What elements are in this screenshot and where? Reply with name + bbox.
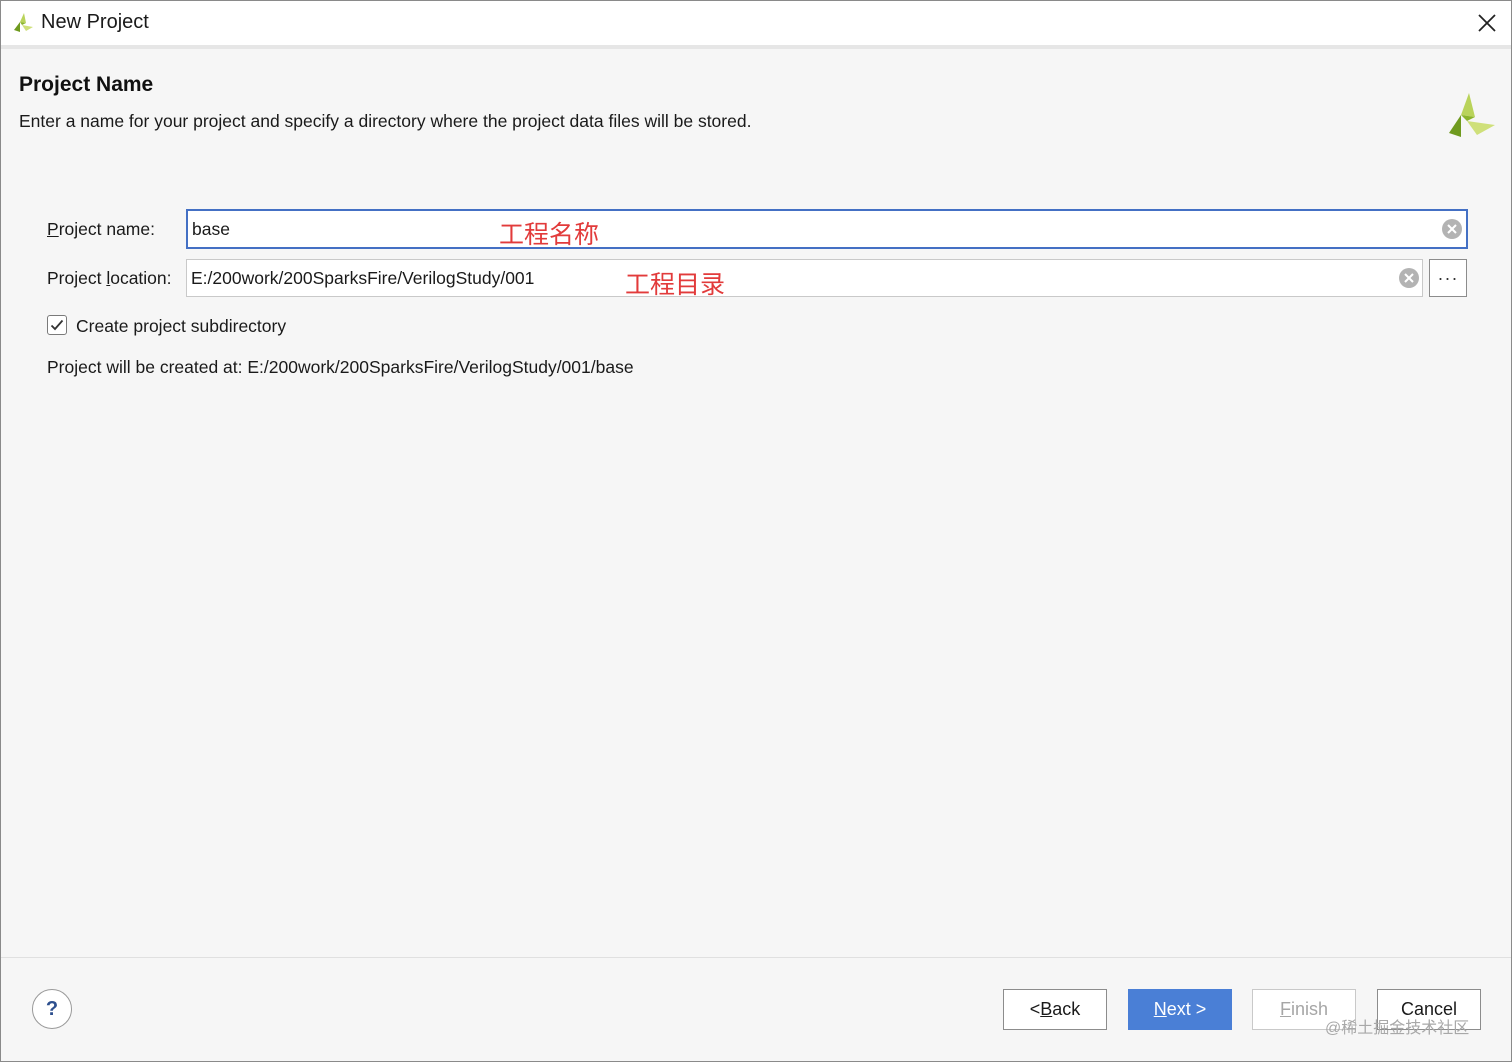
clear-icon[interactable] bbox=[1442, 219, 1462, 239]
create-subdirectory-checkbox[interactable] bbox=[47, 315, 67, 335]
vivado-logo-icon bbox=[1449, 93, 1495, 137]
clear-icon[interactable] bbox=[1399, 268, 1419, 288]
help-icon: ? bbox=[45, 997, 59, 1020]
watermark: @稀土掘金技术社区 bbox=[1325, 1020, 1470, 1037]
project-location-annotation: 工程目录 bbox=[625, 271, 726, 299]
vivado-logo-icon bbox=[14, 13, 33, 32]
create-subdirectory-label[interactable]: Create project subdirectory bbox=[76, 316, 286, 337]
checkmark-icon bbox=[50, 319, 64, 331]
page-title: Project Name bbox=[19, 73, 154, 96]
title-separator bbox=[1, 45, 1511, 49]
project-name-label: Project name: bbox=[47, 219, 155, 239]
project-name-value[interactable]: base bbox=[192, 219, 230, 240]
next-button[interactable]: Next > bbox=[1128, 989, 1232, 1030]
page-description: Enter a name for your project and specif… bbox=[19, 111, 752, 131]
new-project-dialog: New Project Project Name Enter a name fo… bbox=[0, 0, 1512, 1062]
close-icon bbox=[1478, 14, 1496, 32]
browse-button[interactable]: ··· bbox=[1429, 259, 1467, 297]
window-title: New Project bbox=[41, 11, 149, 33]
close-button[interactable] bbox=[1471, 7, 1503, 39]
project-name-annotation: 工程名称 bbox=[499, 221, 600, 249]
back-button[interactable]: < Back bbox=[1003, 989, 1107, 1030]
ellipsis-icon: ··· bbox=[1437, 267, 1459, 288]
project-location-value[interactable]: E:/200work/200SparksFire/VerilogStudy/00… bbox=[191, 268, 534, 289]
footer-separator bbox=[1, 957, 1511, 958]
project-name-input[interactable]: base bbox=[186, 209, 1468, 249]
project-location-input[interactable]: E:/200work/200SparksFire/VerilogStudy/00… bbox=[186, 259, 1423, 297]
project-location-label: Project location: bbox=[47, 268, 172, 288]
title-bar: New Project bbox=[1, 1, 1511, 45]
help-button[interactable]: ? bbox=[32, 989, 72, 1029]
project-path-preview: Project will be created at: E:/200work/2… bbox=[47, 357, 634, 377]
